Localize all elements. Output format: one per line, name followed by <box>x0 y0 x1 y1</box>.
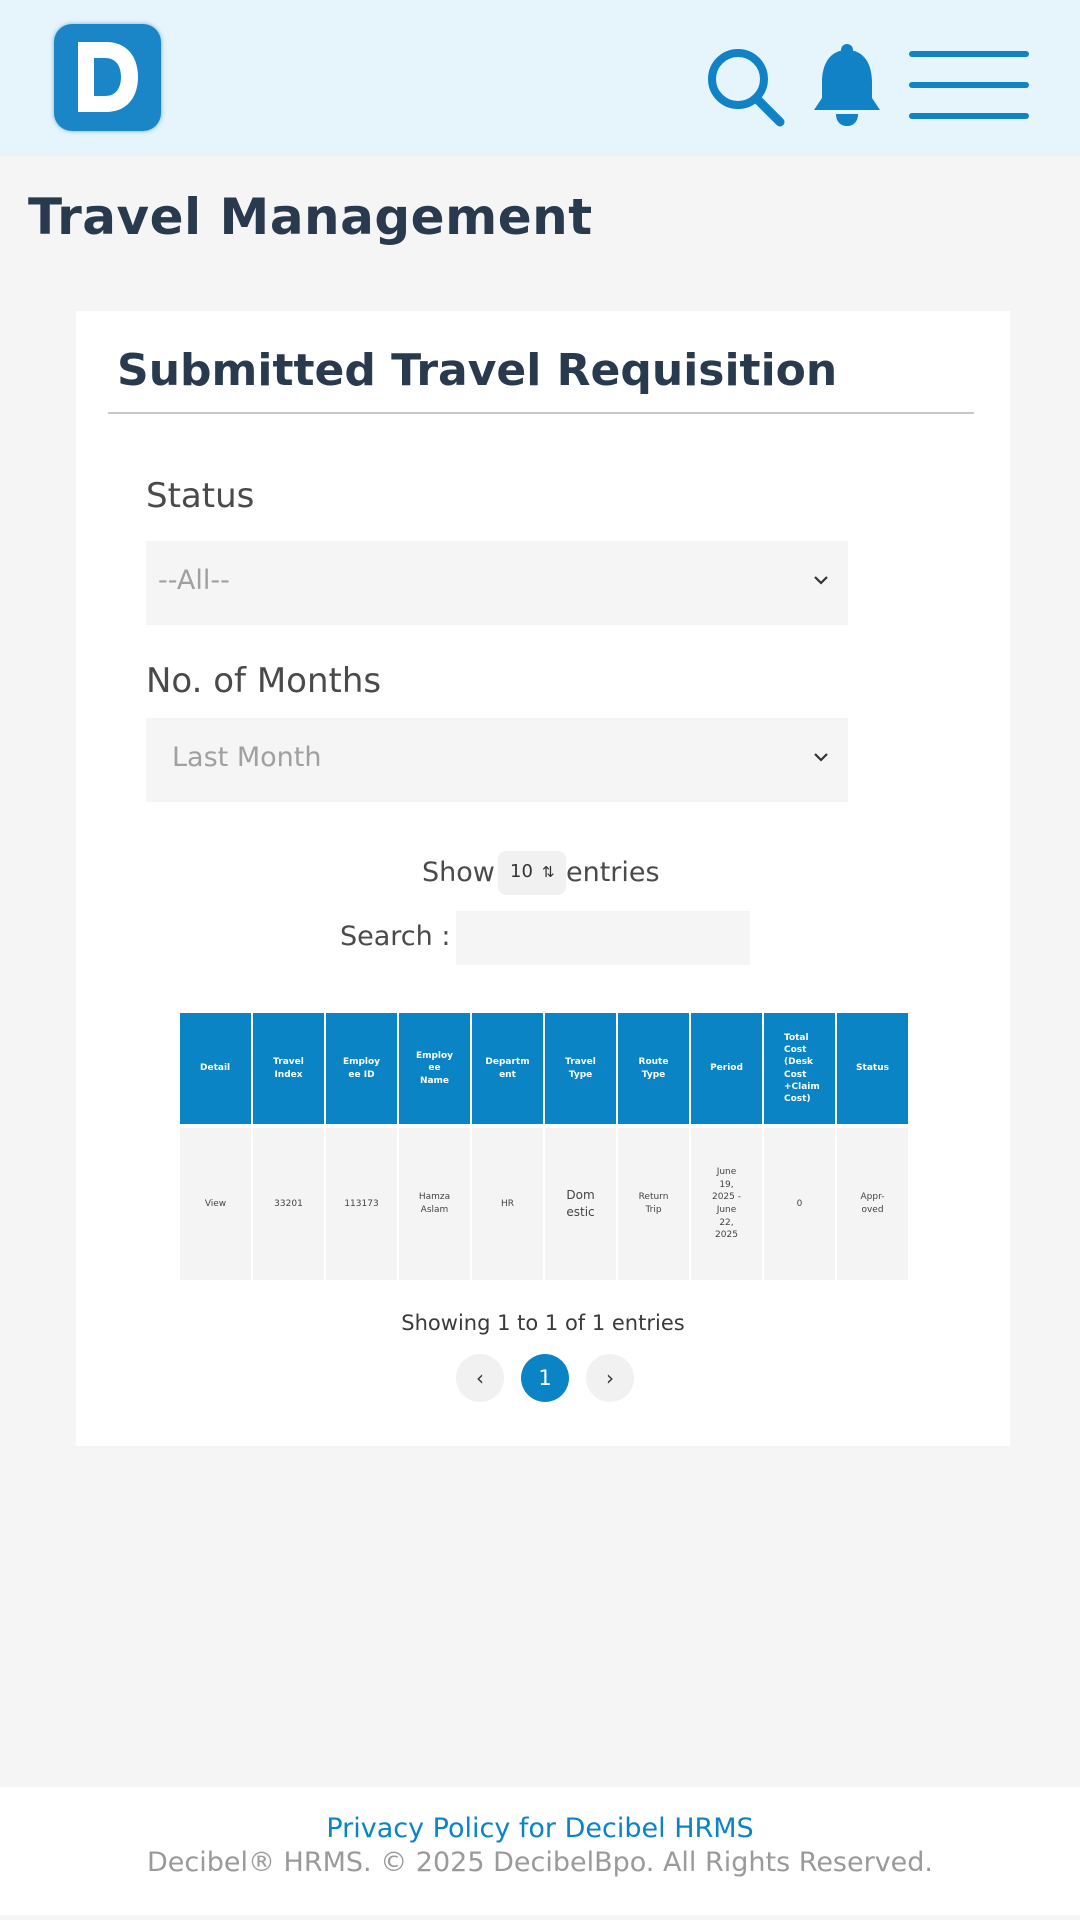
decibel-logo[interactable] <box>54 24 161 131</box>
header-employee-id[interactable]: Employ ee ID <box>326 1013 397 1124</box>
search-button[interactable] <box>704 46 786 128</box>
months-label: No. of Months <box>146 661 382 701</box>
header-route-type[interactable]: Route Type <box>618 1013 689 1124</box>
header-travel-index[interactable]: Travel Index <box>253 1013 324 1124</box>
pagination-next-button[interactable]: › <box>586 1354 634 1402</box>
cell-department: HR <box>472 1128 543 1280</box>
menu-line <box>909 82 1029 88</box>
months-select-value: Last Month <box>172 742 322 773</box>
status-select-value: --All-- <box>158 565 230 596</box>
privacy-policy-link[interactable]: Privacy Policy for Decibel HRMS <box>0 1813 1080 1844</box>
top-app-bar <box>0 0 1080 156</box>
hamburger-menu-button[interactable] <box>909 48 1031 122</box>
notifications-button[interactable] <box>812 44 882 128</box>
header-detail[interactable]: Detail <box>180 1013 251 1124</box>
entries-length-select[interactable]: 10 ⇅ <box>498 851 566 895</box>
cell-detail-view-link[interactable]: View <box>180 1128 251 1280</box>
sort-arrows-icon: ⇅ <box>542 863 555 881</box>
pagination-page-1[interactable]: 1 <box>521 1354 569 1402</box>
cell-employee-id: 113173 <box>326 1128 397 1280</box>
bell-icon <box>814 44 880 126</box>
pagination-prev-button[interactable]: ‹ <box>456 1354 504 1402</box>
show-label: Show <box>422 857 495 888</box>
header-total-cost[interactable]: Total Cost (Desk Cost +Claim Cost) <box>764 1013 835 1124</box>
cell-travel-type: Dom estic <box>545 1128 616 1280</box>
cell-period: June 19, 2025 - June 22, 2025 <box>691 1128 762 1280</box>
status-label: Status <box>146 476 255 516</box>
cell-status: Appr-oved <box>837 1128 908 1280</box>
cell-total-cost: 0 <box>764 1128 835 1280</box>
requisition-card: Submitted Travel Requisition Status --Al… <box>76 311 1010 1446</box>
months-select[interactable]: Last Month <box>146 718 848 802</box>
entries-label: entries <box>566 857 660 888</box>
header-travel-type[interactable]: Travel Type <box>545 1013 616 1124</box>
cell-route-type: Return Trip <box>618 1128 689 1280</box>
card-title: Submitted Travel Requisition <box>117 345 838 396</box>
header-period[interactable]: Period <box>691 1013 762 1124</box>
menu-line <box>909 113 1029 119</box>
chevron-down-icon <box>814 576 828 585</box>
footer: Privacy Policy for Decibel HRMS Decibel®… <box>0 1787 1080 1915</box>
table-row: View 33201 113173 Hamza Aslam HR Dom estic… <box>180 1128 912 1280</box>
header-status[interactable]: Status <box>837 1013 908 1124</box>
copyright-text: Decibel® HRMS. © 2025 DecibelBpo. All Ri… <box>146 1847 934 1878</box>
search-icon <box>708 49 785 127</box>
page-title: Travel Management <box>28 188 593 246</box>
entries-length-value: 10 <box>510 861 533 882</box>
header-department[interactable]: Departm ent <box>472 1013 543 1124</box>
logo-d-icon <box>78 42 138 112</box>
title-divider <box>108 412 974 414</box>
menu-line <box>909 51 1029 57</box>
header-employee-name[interactable]: Employ ee Name <box>399 1013 470 1124</box>
table-info: Showing 1 to 1 of 1 entries <box>401 1311 685 1335</box>
cell-employee-name: Hamza Aslam <box>399 1128 470 1280</box>
search-label: Search : <box>340 921 451 952</box>
chevron-down-icon <box>814 753 828 762</box>
status-select[interactable]: --All-- <box>146 541 848 625</box>
table-search-input[interactable] <box>456 911 750 965</box>
cell-travel-index: 33201 <box>253 1128 324 1280</box>
table-header-row: Detail Travel Index Employ ee ID Employ ee N… <box>180 1013 912 1124</box>
